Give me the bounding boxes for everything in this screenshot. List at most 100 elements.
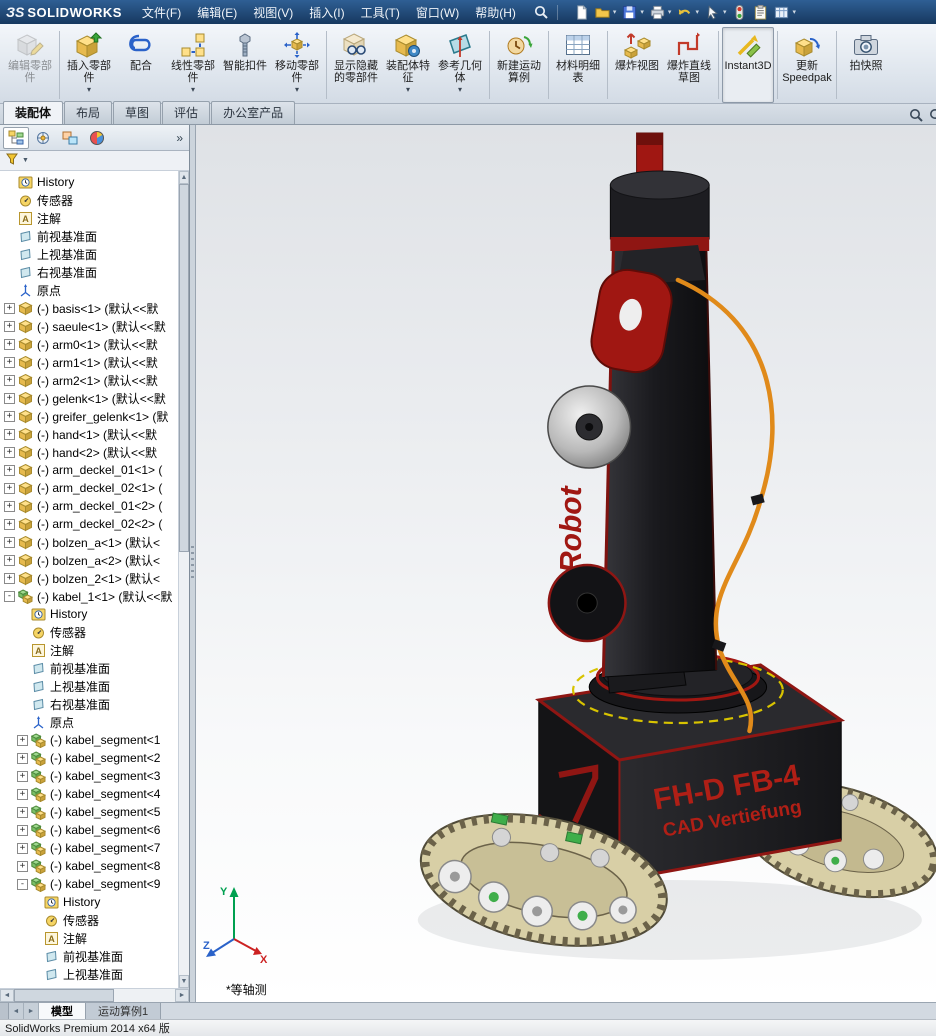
tree-item[interactable]: +(-) arm2<1> (默认<<默 <box>0 371 178 389</box>
tree-item[interactable]: 上视基准面 <box>0 965 178 983</box>
tab-motion-study-1[interactable]: 运动算例1 <box>86 1003 161 1019</box>
tree-expander[interactable]: - <box>4 591 15 602</box>
displaymanager-tab[interactable] <box>84 127 110 149</box>
tab-evaluate[interactable]: 评估 <box>162 101 210 124</box>
tree-expander[interactable]: + <box>17 825 28 836</box>
tree-item[interactable]: +(-) kabel_segment<4 <box>0 785 178 803</box>
insert-component-dropdown-arrow[interactable]: ▾ <box>87 85 91 94</box>
open-dropdown-arrow[interactable]: ▾ <box>613 8 617 16</box>
tab-area-splitter[interactable] <box>0 1003 9 1019</box>
tree-item[interactable]: +(-) greifer_gelenk<1> (默 <box>0 407 178 425</box>
ribbon-button-assembly-features[interactable]: 装配体特征▾ <box>382 27 434 103</box>
tree-item[interactable]: +(-) arm_deckel_01<2> ( <box>0 497 178 515</box>
tree-item[interactable]: +(-) arm1<1> (默认<<默 <box>0 353 178 371</box>
tree-item[interactable]: +(-) arm_deckel_01<1> ( <box>0 461 178 479</box>
tab-assembly[interactable]: 装配体 <box>3 101 63 124</box>
tree-expander[interactable]: + <box>17 807 28 818</box>
tree-expander[interactable]: + <box>4 573 15 584</box>
linear-component-pattern-dropdown-arrow[interactable]: ▾ <box>191 85 195 94</box>
tree-item[interactable]: +(-) bolzen_2<1> (默认< <box>0 569 178 587</box>
ribbon-button-new-motion-study[interactable]: 新建运动算例 <box>493 27 545 103</box>
vertical-scrollbar-thumb[interactable] <box>179 184 189 552</box>
tree-expander[interactable]: + <box>4 483 15 494</box>
filter-dropdown-caret[interactable]: ▼ <box>22 157 29 164</box>
undo-icon[interactable] <box>674 2 695 22</box>
tree-item[interactable]: 右视基准面 <box>0 263 178 281</box>
move-component-dropdown-arrow[interactable]: ▾ <box>295 85 299 94</box>
featuremanager-tab[interactable] <box>3 127 29 149</box>
tree-item[interactable]: A注解 <box>0 209 178 227</box>
tree-item[interactable]: 原点 <box>0 281 178 299</box>
tree-item[interactable]: +(-) arm0<1> (默认<<默 <box>0 335 178 353</box>
filter-funnel-icon[interactable] <box>5 152 19 169</box>
tree-expander[interactable]: + <box>4 447 15 458</box>
horizontal-scrollbar-thumb[interactable] <box>14 989 114 1002</box>
tree-expander[interactable]: + <box>17 843 28 854</box>
tree-item[interactable]: +(-) hand<2> (默认<<默 <box>0 443 178 461</box>
tree-item[interactable]: +(-) gelenk<1> (默认<<默 <box>0 389 178 407</box>
tree-expander[interactable]: + <box>17 861 28 872</box>
save-icon[interactable] <box>619 2 640 22</box>
tree-expander[interactable]: + <box>4 537 15 548</box>
tab-office-products[interactable]: 办公室产品 <box>211 101 295 124</box>
tree-item[interactable]: +(-) basis<1> (默认<<默 <box>0 299 178 317</box>
tree-expander[interactable]: + <box>4 429 15 440</box>
tree-vertical-scrollbar[interactable]: ▲ ▼ <box>178 171 189 988</box>
assembly-features-dropdown-arrow[interactable]: ▾ <box>406 85 410 94</box>
ribbon-button-linear-component-pattern[interactable]: 线性零部件▾ <box>167 27 219 103</box>
tree-item[interactable]: 传感器 <box>0 911 178 929</box>
select-pointer-icon[interactable] <box>702 2 723 22</box>
tree-expander[interactable]: + <box>4 321 15 332</box>
print-icon[interactable] <box>647 2 668 22</box>
tree-item[interactable]: +(-) kabel_segment<8 <box>0 857 178 875</box>
graphics-viewport[interactable]: FH-D FB-4 CAD Vertiefung Robot <box>196 125 936 1002</box>
tree-item[interactable]: -(-) kabel_1<1> (默认<<默 <box>0 587 178 605</box>
propertymanager-tab[interactable] <box>30 127 56 149</box>
tree-expander[interactable]: + <box>4 375 15 386</box>
ribbon-button-mate[interactable]: 配合 <box>115 27 167 103</box>
configurationmanager-tab[interactable] <box>57 127 83 149</box>
tree-item[interactable]: History <box>0 605 178 623</box>
tree-expander[interactable]: + <box>17 789 28 800</box>
tree-item[interactable]: 上视基准面 <box>0 677 178 695</box>
tab-sketch[interactable]: 草图 <box>113 101 161 124</box>
tree-expander[interactable]: + <box>4 501 15 512</box>
menu-tools[interactable]: 工具(T) <box>353 1 408 24</box>
tab-layout[interactable]: 布局 <box>64 101 112 124</box>
menu-help[interactable]: 帮助(H) <box>467 1 524 24</box>
tree-item[interactable]: +(-) kabel_segment<2 <box>0 749 178 767</box>
select-pointer-dropdown-arrow[interactable]: ▾ <box>723 8 727 16</box>
ribbon-button-smart-fasteners[interactable]: 智能扣件 <box>219 27 271 103</box>
tree-item[interactable]: +(-) kabel_segment<6 <box>0 821 178 839</box>
save-dropdown-arrow[interactable]: ▾ <box>640 8 644 16</box>
tree-item[interactable]: +(-) kabel_segment<7 <box>0 839 178 857</box>
robot-3d-model[interactable]: FH-D FB-4 CAD Vertiefung Robot <box>196 125 936 1002</box>
tree-item[interactable]: +(-) bolzen_a<1> (默认< <box>0 533 178 551</box>
tree-item[interactable]: +(-) kabel_segment<3 <box>0 767 178 785</box>
ribbon-button-explode-line-sketch[interactable]: 爆炸直线草图 <box>663 27 715 103</box>
rebuild-icon[interactable] <box>729 2 750 22</box>
tree-item[interactable]: 前视基准面 <box>0 947 178 965</box>
tree-expander[interactable]: + <box>4 519 15 530</box>
tree-expander[interactable]: + <box>4 339 15 350</box>
display-settings-icon[interactable] <box>771 2 792 22</box>
tree-item[interactable]: +(-) arm_deckel_02<2> ( <box>0 515 178 533</box>
scroll-down-button[interactable]: ▼ <box>179 975 189 988</box>
menu-edit[interactable]: 编辑(E) <box>189 1 245 24</box>
ribbon-button-show-hidden-components[interactable]: 显示隐藏的零部件 <box>330 27 382 103</box>
open-icon[interactable] <box>592 2 613 22</box>
tree-expander[interactable]: + <box>17 771 28 782</box>
menu-insert[interactable]: 插入(I) <box>301 1 352 24</box>
horizontal-scroll-track[interactable] <box>14 989 175 1002</box>
scroll-right-button[interactable]: ► <box>175 989 189 1002</box>
tree-item[interactable]: +(-) kabel_segment<1 <box>0 731 178 749</box>
tree-item[interactable]: 前视基准面 <box>0 227 178 245</box>
reference-geometry-dropdown-arrow[interactable]: ▾ <box>458 85 462 94</box>
menu-file[interactable]: 文件(F) <box>134 1 189 24</box>
ribbon-button-exploded-view[interactable]: 爆炸视图 <box>611 27 663 103</box>
tree-expander[interactable]: + <box>4 411 15 422</box>
print-dropdown-arrow[interactable]: ▾ <box>668 8 672 16</box>
tab-scroll-right-button[interactable]: ► <box>24 1003 39 1019</box>
ribbon-button-move-component[interactable]: 移动零部件▾ <box>271 27 323 103</box>
tree-expander[interactable]: + <box>4 303 15 314</box>
